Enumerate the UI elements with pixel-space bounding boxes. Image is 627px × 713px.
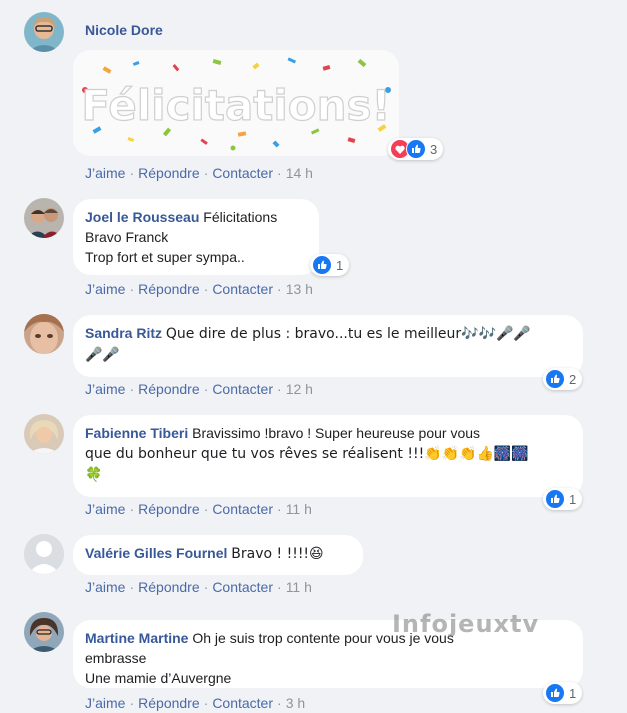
contact-link[interactable]: Contacter <box>212 695 273 711</box>
reaction-summary[interactable]: 3 <box>388 138 444 160</box>
contact-link[interactable]: Contacter <box>212 165 273 181</box>
comment-text-line: Félicitations <box>203 209 278 225</box>
reaction-count: 3 <box>430 141 438 157</box>
like-link[interactable]: J’aime <box>85 165 125 181</box>
reaction-count: 1 <box>569 685 577 701</box>
timestamp[interactable]: 13 h <box>286 281 313 297</box>
contact-link[interactable]: Contacter <box>212 281 273 297</box>
comment-text: Bravissimo !bravo ! Super heureuse pour … <box>192 425 481 441</box>
reaction-summary[interactable]: 1 <box>543 682 583 704</box>
timestamp[interactable]: 11 h <box>286 501 312 517</box>
comment-actions: J’aime · Répondre · Contacter · 12 h <box>85 381 313 397</box>
like-icon <box>545 683 565 703</box>
reply-link[interactable]: Répondre <box>138 281 200 297</box>
comment-actions: J’aime · Répondre · Contacter · 14 h <box>85 165 313 181</box>
contact-link[interactable]: Contacter <box>212 579 273 595</box>
contact-link[interactable]: Contacter <box>212 501 273 517</box>
comment-text-line: 🎤🎤 <box>85 347 120 363</box>
reaction-count: 1 <box>336 257 344 273</box>
comment-author[interactable]: Martine Martine <box>85 630 188 646</box>
comment-author[interactable]: Fabienne Tiberi <box>85 425 188 441</box>
comment-text: Que dire de plus : bravo...tu es le meil… <box>165 326 531 342</box>
comment-bubble: Valérie Gilles Fournel Bravo ! !!!!😆 <box>73 535 363 575</box>
comment-text-line: embrasse <box>85 650 147 666</box>
reply-link[interactable]: Répondre <box>138 579 200 595</box>
comment-author[interactable]: Joel le Rousseau <box>85 209 199 225</box>
comment-text-line: 🍀 <box>85 467 103 483</box>
avatar-nicole-dore[interactable] <box>24 12 64 52</box>
like-icon <box>406 139 426 159</box>
avatar-valerie-gilles-fournel[interactable] <box>24 534 64 574</box>
comment-actions: J’aime · Répondre · Contacter · 13 h <box>85 281 313 297</box>
like-link[interactable]: J’aime <box>85 281 125 297</box>
comment-author[interactable]: Valérie Gilles Fournel <box>85 545 227 561</box>
reply-link[interactable]: Répondre <box>138 695 200 711</box>
reaction-summary[interactable]: 2 <box>543 368 583 390</box>
timestamp[interactable]: 14 h <box>286 165 313 181</box>
comment-text: Bravo ! !!!!😆 <box>231 546 324 562</box>
comment-text-line: Bravo Franck <box>85 229 169 245</box>
like-icon <box>312 255 332 275</box>
like-icon <box>545 489 565 509</box>
avatar-fabienne-tiberi[interactable] <box>24 414 64 454</box>
like-link[interactable]: J’aime <box>85 381 125 397</box>
timestamp[interactable]: 3 h <box>286 695 305 711</box>
watermark: Infojeuxtv <box>392 610 540 638</box>
comment-author[interactable]: Sandra Ritz <box>85 325 162 341</box>
reply-link[interactable]: Répondre <box>138 501 200 517</box>
comment-bubble: Fabienne Tiberi Bravissimo !bravo ! Supe… <box>73 415 583 497</box>
reaction-count: 1 <box>569 491 577 507</box>
comment-bubble: Sandra Ritz Que dire de plus : bravo...t… <box>73 315 583 377</box>
comment-bubble: Joel le Rousseau Félicitations Bravo Fra… <box>73 199 319 275</box>
reaction-summary[interactable]: 1 <box>543 488 583 510</box>
comment-author[interactable]: Nicole Dore <box>85 22 163 38</box>
reaction-count: 2 <box>569 371 577 387</box>
reply-link[interactable]: Répondre <box>138 165 200 181</box>
avatar-joel-le-rousseau[interactable] <box>24 198 64 238</box>
comment-actions: J’aime · Répondre · Contacter · 11 h <box>85 579 312 595</box>
comment-text-line: Trop fort et super sympa.. <box>85 249 245 265</box>
sticker-felicitations: Félicitations! <box>73 50 399 156</box>
comment-actions: J’aime · Répondre · Contacter · 11 h <box>85 501 312 517</box>
like-link[interactable]: J’aime <box>85 501 125 517</box>
like-icon <box>545 369 565 389</box>
timestamp[interactable]: 11 h <box>286 579 312 595</box>
contact-link[interactable]: Contacter <box>212 381 273 397</box>
timestamp[interactable]: 12 h <box>286 381 313 397</box>
like-link[interactable]: J’aime <box>85 579 125 595</box>
avatar-sandra-ritz[interactable] <box>24 314 64 354</box>
reaction-summary[interactable]: 1 <box>310 254 350 276</box>
comment-actions: J’aime · Répondre · Contacter · 3 h <box>85 695 306 711</box>
comment-text-line: que du bonheur que tu vos rêves se réali… <box>85 446 529 462</box>
like-link[interactable]: J’aime <box>85 695 125 711</box>
reply-link[interactable]: Répondre <box>138 381 200 397</box>
avatar-martine-martine[interactable] <box>24 612 64 652</box>
sticker-text: Félicitations! <box>81 81 390 130</box>
comment-text-line: Une mamie d’Auvergne <box>85 670 232 686</box>
